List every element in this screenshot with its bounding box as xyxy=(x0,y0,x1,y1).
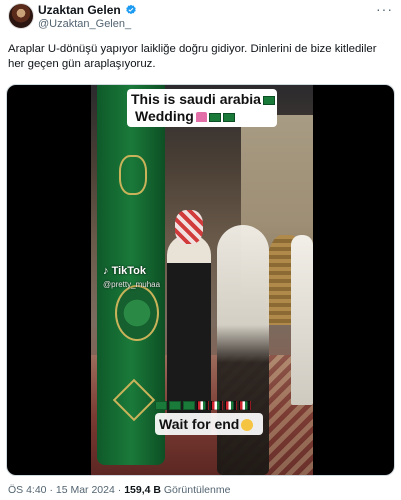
bottom-caption-text: Wait for end xyxy=(159,416,240,432)
grimace-emoji-icon xyxy=(241,419,254,432)
separator: · xyxy=(117,484,122,496)
tiktok-handle: @pretty_muhaa xyxy=(103,280,161,289)
uae-flag-icon xyxy=(197,401,209,410)
uae-flag-icon xyxy=(225,401,237,410)
flag-emblem-top xyxy=(119,155,147,195)
saudi-flag-icon xyxy=(155,401,167,410)
bride-figure xyxy=(217,225,269,475)
groom-headdress xyxy=(175,210,203,244)
post-time[interactable]: ÖS 4:40 xyxy=(8,484,47,496)
tweet-text: Araplar U-dönüşü yapıyor laikliğe doğru … xyxy=(8,43,377,70)
flag-emblem-middle xyxy=(115,285,159,341)
more-dots-icon[interactable]: ··· xyxy=(376,2,393,16)
video-media[interactable]: This is saudi arabia Wedding ♪ TikTok @p… xyxy=(6,84,395,476)
post-date[interactable]: 15 Mar 2024 xyxy=(56,484,115,496)
uae-flag-icon xyxy=(211,401,223,410)
verified-badge-icon xyxy=(125,4,136,15)
caption-line-1: This is saudi arabia xyxy=(131,91,275,107)
tiktok-label: TikTok xyxy=(111,265,146,277)
saudi-flag-icon xyxy=(208,112,221,122)
saudi-flag-icon xyxy=(169,401,181,410)
saudi-flag-icon xyxy=(183,401,195,410)
bottom-caption: Wait for end xyxy=(159,416,254,432)
caption-line-2: Wedding xyxy=(135,108,235,124)
wedding-chapel-icon xyxy=(195,112,207,123)
tweet-footer: ÖS 4:40 · 15 Mar 2024 · 159,4 B Görüntül… xyxy=(8,484,230,496)
caption-line-2-text: Wedding xyxy=(135,108,194,124)
saudi-flag-icon xyxy=(222,112,235,122)
guest-figure xyxy=(291,235,313,405)
author-name-row: Uzaktan Gelen xyxy=(38,3,137,17)
flag-emblem-bottom xyxy=(112,378,156,422)
author-handle[interactable]: @Uzaktan_Gelen_ xyxy=(38,18,131,30)
caption-line-1-text: This is saudi arabia xyxy=(131,91,261,107)
separator: · xyxy=(49,484,53,496)
views-label: Görüntülenme xyxy=(163,484,231,496)
video-frame[interactable]: This is saudi arabia Wedding ♪ TikTok @p… xyxy=(91,85,313,475)
tiktok-watermark: ♪ TikTok xyxy=(103,265,146,277)
author-avatar[interactable] xyxy=(8,3,34,29)
tweet-header: Uzaktan Gelen @Uzaktan_Gelen_ ··· xyxy=(0,0,401,40)
saudi-flag-icon xyxy=(262,95,275,105)
flags-row xyxy=(155,401,251,410)
author-display-name[interactable]: Uzaktan Gelen xyxy=(38,3,121,17)
uae-flag-icon xyxy=(239,401,251,410)
views-count: 159,4 B xyxy=(124,484,161,496)
